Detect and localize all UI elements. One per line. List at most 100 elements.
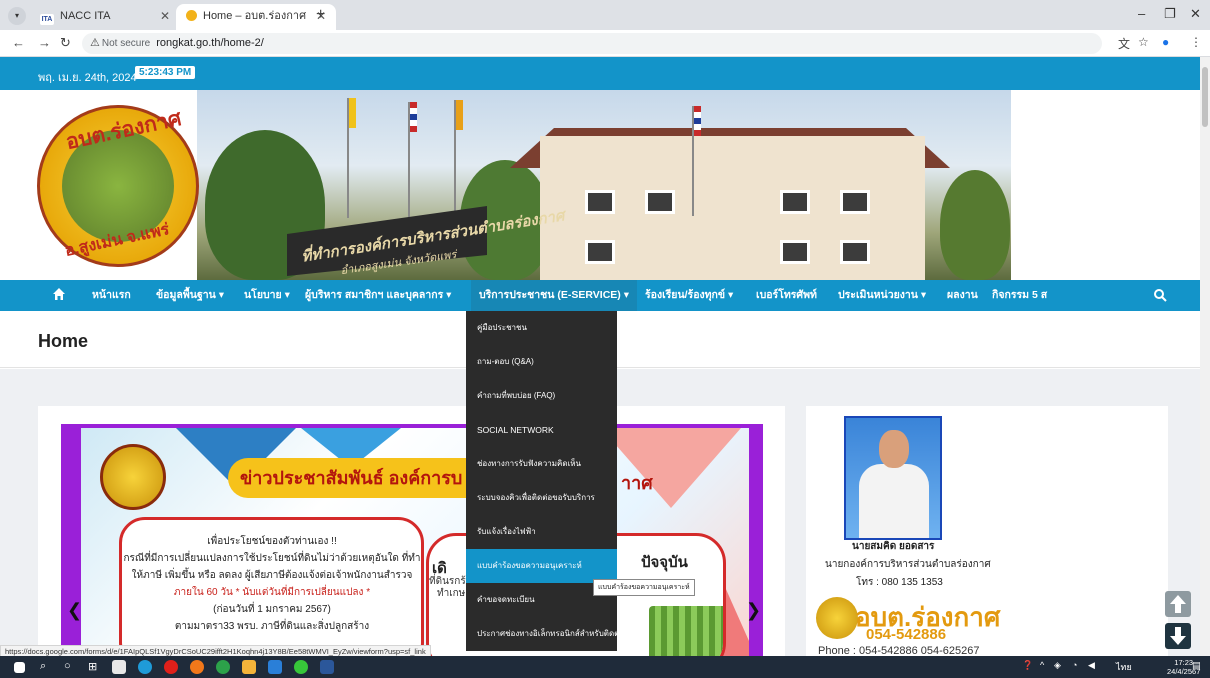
mayor-name: นายสมคิด ยอดสาร	[852, 541, 935, 552]
close-window-icon[interactable]: ✕	[1190, 6, 1201, 22]
mail-icon[interactable]	[112, 660, 126, 674]
os-taskbar: ⌕ ○ ⊞ ❓ ^ ◈ ◔ ◀ ไทย 17:23 24/4/2567 ▤	[0, 656, 1210, 678]
poster-headline-tail: าาศ	[621, 473, 653, 493]
language-indicator[interactable]: ไทย	[1116, 660, 1132, 674]
site-logo[interactable]: อบต.ร่องกาศ อ.สูงเม่น จ.แพร่	[37, 105, 199, 267]
tab-home[interactable]: Home – อบต.ร่องกาศ ✕	[176, 4, 336, 30]
window-decoration	[645, 190, 675, 214]
nav-item-policy[interactable]: นโยบาย ▾	[244, 280, 290, 311]
scroll-up-icon[interactable]	[1165, 591, 1191, 617]
window-decoration	[585, 190, 615, 214]
close-icon[interactable]: ✕	[160, 4, 170, 28]
mayor-portrait	[844, 416, 942, 540]
wifi-icon[interactable]: ◔	[1072, 660, 1077, 670]
clock: 5:23:43 PM	[135, 66, 196, 79]
search-icon[interactable]: ⌕	[40, 660, 46, 673]
menu-kebab-icon[interactable]: ⋮	[1190, 35, 1202, 49]
nav-item-phone[interactable]: เบอร์โทรศัพท์	[756, 280, 817, 311]
site-icon	[186, 10, 197, 21]
tab-search-icon[interactable]: ▾	[8, 7, 26, 25]
flag-thai	[694, 106, 701, 136]
address-bar: ← → ↻ ⚠ Not secure rongkat.go.th/home-2/ 文…	[0, 30, 1210, 57]
bookmark-star-icon[interactable]: ☆	[1138, 35, 1149, 49]
widgets-icon[interactable]: ⊞	[88, 660, 97, 673]
window-decoration	[840, 240, 870, 264]
scroll-down-icon[interactable]	[1165, 623, 1191, 649]
volume-icon[interactable]: ◀	[1088, 660, 1095, 671]
windows-start-icon[interactable]	[14, 662, 25, 673]
nav-item-basic-info[interactable]: ข้อมูลพื้นฐาน ▾	[156, 280, 224, 311]
back-icon[interactable]: ←	[12, 35, 25, 50]
task-view-icon[interactable]: ○	[64, 660, 71, 672]
chrome-icon[interactable]	[216, 660, 230, 674]
notification-icon[interactable]: ▤	[1192, 660, 1201, 671]
poster-body: ข่าวประชาสัมพันธ์ องค์การบ าาศ เพื่อประโ…	[81, 428, 749, 666]
restore-icon[interactable]: ❐	[1164, 6, 1176, 22]
nacc-icon: ITA	[40, 14, 54, 25]
dropdown-item-qa[interactable]: ถาม-ตอบ (Q&A)	[466, 345, 617, 379]
url-field[interactable]: ⚠ Not secure rongkat.go.th/home-2/	[82, 33, 1102, 54]
new-tab-button[interactable]: +	[316, 6, 325, 24]
dropdown-item-feedback-channel[interactable]: ช่องทางการรับฟังความคิดเห็น	[466, 447, 617, 481]
nav-item-assessment[interactable]: ประเมินหน่วยงาน ▾	[838, 280, 926, 311]
page-scrollbar[interactable]	[1200, 57, 1210, 665]
browser-tab-bar: ▾ ITA NACC ITA ✕ Home – อบต.ร่องกาศ ✕ + –…	[0, 0, 1210, 30]
flag-yellow	[349, 98, 356, 128]
farm-field-image	[649, 606, 723, 661]
window-decoration	[840, 190, 870, 214]
site-header: ที่ทำการองค์การบริหารส่วนตำบลร่องกาศ อำเ…	[0, 90, 1200, 280]
help-icon[interactable]: ❓	[1022, 660, 1033, 671]
app-icon[interactable]	[268, 660, 282, 674]
mayor-role: นายกองค์การบริหารส่วนตำบลร่องกาศ	[825, 559, 991, 570]
folder-icon[interactable]	[242, 660, 256, 674]
opera-icon[interactable]	[164, 660, 178, 674]
poster-notice-box: เพื่อประโยชน์ของตัวท่านเอง !! กรณีที่มีก…	[119, 517, 424, 666]
dropdown-item-e-contact[interactable]: ประกาศช่องทางอิเล็กทรอนิกส์สำหรับติดต่อ …	[466, 617, 617, 651]
window-decoration	[780, 240, 810, 264]
brand-logo-icon	[816, 597, 858, 639]
brand-phone: 054-542886	[866, 626, 947, 643]
window-decoration	[585, 240, 615, 264]
news-poster[interactable]: ข่าวประชาสัมพันธ์ องค์การบ าาศ เพื่อประโ…	[61, 424, 763, 666]
forward-icon[interactable]: →	[38, 35, 51, 50]
minimize-icon[interactable]: –	[1138, 6, 1145, 21]
profile-icon[interactable]: ●	[1162, 35, 1169, 49]
mayor-phone: โทร : 080 135 1353	[856, 577, 943, 588]
nav-item-complaints[interactable]: ร้องเรียน/ร้องทุกข์ ▾	[645, 280, 733, 311]
warning-icon: ⚠	[90, 37, 100, 49]
window-decoration	[780, 190, 810, 214]
search-icon[interactable]	[1153, 288, 1167, 302]
scrollbar-thumb[interactable]	[1202, 67, 1208, 127]
nav-item-e-service[interactable]: บริการประชาชน (E-SERVICE) ▾	[471, 280, 637, 311]
tray-chevron-icon[interactable]: ^	[1040, 660, 1044, 670]
slider-next-icon[interactable]: ❯	[746, 600, 761, 621]
nav-item-works[interactable]: ผลงาน	[947, 280, 978, 311]
word-icon[interactable]	[320, 660, 334, 674]
line-icon[interactable]	[294, 660, 308, 674]
home-icon[interactable]	[52, 287, 66, 301]
flag-orange	[456, 100, 463, 130]
dropdown-item-assistance-request[interactable]: แบบคำร้องขอความอนุเคราะห์	[466, 549, 617, 583]
firefox-icon[interactable]	[190, 660, 204, 674]
translate-icon[interactable]: 文	[1118, 35, 1130, 52]
network-icon[interactable]: ◈	[1054, 660, 1061, 671]
dropdown-item-queue-booking[interactable]: ระบบจองคิวเพื่อติดต่อขอรับบริการ	[466, 481, 617, 515]
tree-decoration	[940, 170, 1010, 280]
slider-prev-icon[interactable]: ❮	[67, 600, 82, 621]
edge-icon[interactable]	[138, 660, 152, 674]
link-tooltip: แบบคำร้องขอความอนุเคราะห์	[593, 579, 695, 596]
top-info-bar: พฤ. เม.ย. 24th, 2024 5:23:43 PM	[0, 57, 1200, 90]
main-nav: หน้าแรก ข้อมูลพื้นฐาน ▾ นโยบาย ▾ ผู้บริห…	[0, 280, 1200, 311]
dropdown-item-social-network[interactable]: SOCIAL NETWORK	[466, 413, 617, 447]
dropdown-item-faq[interactable]: คำถามที่พบบ่อย (FAQ)	[466, 379, 617, 413]
reload-icon[interactable]: ↻	[60, 35, 71, 51]
tab-nacc[interactable]: ITA NACC ITA ✕	[30, 4, 180, 30]
e-service-dropdown: คู่มือประชาชน ถาม-ตอบ (Q&A) คำถามที่พบบ่…	[466, 311, 617, 651]
date-text: พฤ. เม.ย. 24th, 2024	[38, 72, 137, 84]
dropdown-item-electricity-report[interactable]: รับแจ้งเรื่องไฟฟ้า	[466, 515, 617, 549]
nav-item-5s[interactable]: กิจกรรม 5 ส	[992, 280, 1047, 311]
nav-item-home[interactable]: หน้าแรก	[92, 280, 131, 311]
dropdown-item-citizen-manual[interactable]: คู่มือประชาชน	[466, 311, 617, 345]
nav-item-executives[interactable]: ผู้บริหาร สมาชิกฯ และบุคลากร ▾	[305, 280, 451, 311]
flag-thai	[410, 102, 417, 132]
